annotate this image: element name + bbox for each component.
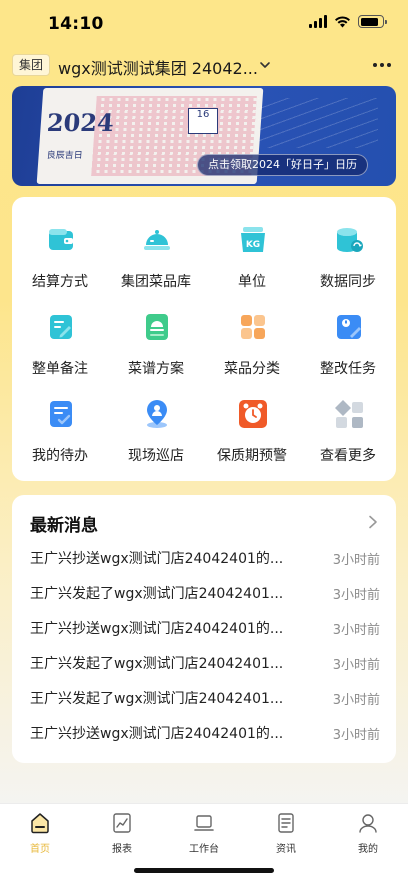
grid-label: 菜谱方案: [128, 361, 184, 377]
battery-icon: [358, 15, 387, 28]
more-apps-icon: [335, 400, 363, 428]
tab-home[interactable]: 首页: [10, 812, 70, 856]
news-item-text: 王广兴抄送wgx测试门店24042401的...: [30, 551, 284, 567]
news-item[interactable]: 王广兴发起了wgx测试门店24042401... 3小时前: [30, 645, 380, 679]
banner-decoration: [258, 98, 378, 148]
chevron-down-icon[interactable]: [258, 58, 272, 72]
banner-year: 2024: [45, 108, 115, 137]
tab-mine[interactable]: 我的: [338, 812, 398, 856]
grid-item-store-patrol[interactable]: 现场巡店: [108, 381, 204, 469]
grid-label: 查看更多: [320, 448, 376, 464]
status-time: 14:10: [48, 14, 104, 34]
news-item[interactable]: 王广兴抄送wgx测试门店24042401的... 3小时前: [30, 540, 380, 574]
home-indicator: [134, 868, 274, 873]
news-item[interactable]: 王广兴发起了wgx测试门店24042401... 3小时前: [30, 680, 380, 714]
database-sync-icon: [337, 228, 363, 252]
grid-label: 整改任务: [320, 361, 376, 377]
tab-label: 首页: [30, 844, 50, 855]
grid-item-recipe-plan[interactable]: 菜谱方案: [108, 294, 204, 382]
news-item-text: 王广兴发起了wgx测试门店24042401...: [30, 656, 284, 672]
grid-item-settlement[interactable]: 结算方式: [12, 207, 108, 295]
tab-news[interactable]: 资讯: [256, 812, 316, 856]
tab-label: 报表: [112, 844, 132, 855]
news-item-text: 王广兴发起了wgx测试门店24042401...: [30, 691, 284, 707]
wallet-icon: [49, 229, 73, 250]
cellular-signal-icon: [309, 15, 327, 28]
grid-item-my-todo[interactable]: 我的待办: [12, 381, 108, 469]
news-item[interactable]: 王广兴抄送wgx测试门店24042401的... 3小时前: [30, 715, 380, 749]
report-chart-icon: [113, 813, 131, 833]
news-item-time: 3小时前: [332, 553, 380, 568]
home-icon: [31, 813, 49, 834]
status-bar: 14:10: [0, 0, 408, 46]
more-horizontal-icon[interactable]: [370, 56, 394, 74]
banner-cta-button[interactable]: 点击领取2024「好日子」日历: [197, 154, 368, 176]
header: 集团 wgx测试测试集团 24042...: [0, 48, 408, 82]
grid-label: 单位: [238, 274, 266, 290]
kg-weight-icon: KG: [241, 227, 265, 252]
grid-item-dish-library[interactable]: 集团菜品库: [108, 207, 204, 295]
news-card: 最新消息 王广兴抄送wgx测试门店24042401的... 3小时前 王广兴发起…: [12, 495, 396, 763]
tab-label: 工作台: [189, 844, 219, 855]
grid-item-order-note[interactable]: 整单备注: [12, 294, 108, 382]
todo-check-icon: [50, 401, 72, 427]
news-item-time: 3小时前: [332, 588, 380, 603]
news-item-text: 王广兴抄送wgx测试门店24042401的...: [30, 621, 284, 637]
grid-label: 我的待办: [32, 448, 88, 464]
banner-date-card: 16: [188, 108, 218, 134]
grid-label: 现场巡店: [128, 448, 184, 464]
tab-label: 我的: [358, 844, 378, 855]
grid-item-dish-category[interactable]: 菜品分类: [204, 294, 300, 382]
wifi-icon: [335, 16, 350, 28]
news-item-time: 3小时前: [332, 728, 380, 743]
grid-item-data-sync[interactable]: 数据同步: [300, 207, 396, 295]
news-item-time: 3小时前: [332, 693, 380, 708]
news-title: 最新消息: [30, 516, 98, 536]
news-doc-icon: [278, 813, 294, 833]
grid-item-unit[interactable]: KG 单位: [204, 207, 300, 295]
tab-report[interactable]: 报表: [92, 812, 152, 856]
grid-label: 菜品分类: [224, 361, 280, 377]
recipe-doc-icon: [146, 314, 168, 340]
grid-item-view-more[interactable]: 查看更多: [300, 381, 396, 469]
laptop-icon: [194, 815, 214, 831]
rectify-task-icon: [337, 315, 361, 339]
grid-label: 集团菜品库: [121, 274, 191, 290]
battery-level: [360, 17, 379, 26]
chevron-right-icon[interactable]: [368, 515, 378, 529]
grid-item-rectify-task[interactable]: 整改任务: [300, 294, 396, 382]
banner-year-sub: 良辰吉日: [46, 151, 83, 161]
grid-label: 保质期预警: [217, 448, 287, 464]
user-icon: [359, 814, 377, 833]
grid-label: 结算方式: [32, 274, 88, 290]
status-icons: [309, 15, 387, 28]
news-item[interactable]: 王广兴抄送wgx测试门店24042401的... 3小时前: [30, 610, 380, 644]
tab-label: 资讯: [276, 844, 296, 855]
grid-label: 数据同步: [320, 274, 376, 290]
feature-grid: 结算方式 集团菜品库 KG 单位 数据同步 整单备注 菜谱方案 菜品分类 整改任…: [12, 197, 396, 481]
dish-cover-icon: [144, 230, 170, 250]
svg-text:KG: KG: [246, 240, 260, 250]
note-pencil-icon: [50, 315, 72, 339]
news-item-text: 王广兴抄送wgx测试门店24042401的...: [30, 726, 284, 742]
tab-workbench[interactable]: 工作台: [174, 812, 234, 856]
news-item[interactable]: 王广兴发起了wgx测试门店24042401... 3小时前: [30, 575, 380, 609]
news-item-time: 3小时前: [332, 623, 380, 638]
category-grid-icon: [241, 315, 265, 339]
news-item-time: 3小时前: [332, 658, 380, 673]
promo-banner[interactable]: 2024 良辰吉日 16 点击领取2024「好日子」日历: [12, 86, 396, 186]
news-item-text: 王广兴发起了wgx测试门店24042401...: [30, 586, 284, 602]
location-person-icon: [147, 400, 167, 428]
group-badge: 集团: [12, 54, 51, 76]
grid-label: 整单备注: [32, 361, 88, 377]
grid-item-expiry-alert[interactable]: 保质期预警: [204, 381, 300, 469]
group-selector[interactable]: wgx测试测试集团 24042...: [58, 55, 258, 79]
alarm-clock-icon: [239, 400, 267, 428]
